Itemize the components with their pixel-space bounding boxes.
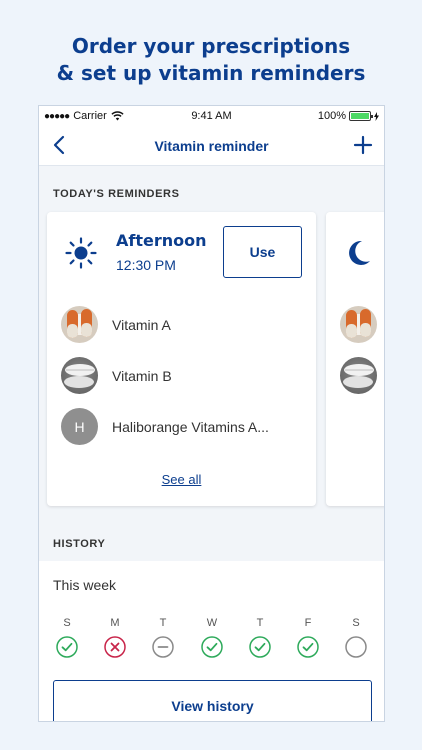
slot-time: 12:30 PM: [116, 257, 176, 273]
reminder-card-afternoon: Afternoon 12:30 PM Use Vitamin A Vitamin…: [47, 212, 316, 506]
check-circle-icon: [56, 636, 78, 658]
med-row-vitamin-a[interactable]: Vitamin A: [61, 306, 171, 343]
med-name: Vitamin B: [112, 367, 172, 384]
status-bar: ●●●●● Carrier 9:41 AM 100%: [39, 106, 384, 126]
clock: 9:41 AM: [191, 110, 232, 122]
check-circle-icon: [201, 636, 223, 658]
day-status-3[interactable]: W: [200, 617, 224, 658]
day-status-5[interactable]: F: [296, 617, 320, 658]
view-history-button[interactable]: View history: [53, 680, 372, 721]
tablet-pills-image: [61, 357, 98, 394]
capsule-pills-image: [340, 306, 377, 343]
med-name: Vitamin A: [112, 316, 171, 333]
reminder-card-evening[interactable]: [326, 212, 384, 506]
day-status-2[interactable]: T: [151, 617, 175, 658]
use-button[interactable]: Use: [223, 226, 302, 278]
med-row-haliborange[interactable]: H Haliborange Vitamins A...: [61, 408, 269, 445]
empty-circle-icon: [345, 636, 367, 658]
promo-line-2: & set up vitamin reminders: [56, 61, 366, 85]
day-status-0[interactable]: S: [55, 617, 79, 658]
tablet-pills-image: [340, 357, 377, 394]
day-letter: T: [159, 617, 167, 629]
sun-icon: [65, 237, 97, 269]
day-letter: F: [304, 617, 312, 629]
check-circle-icon: [297, 636, 319, 658]
history-heading: HISTORY: [53, 538, 106, 550]
promo-line-1: Order your prescriptions: [71, 34, 351, 58]
todays-reminders-heading: TODAY'S REMINDERS: [53, 188, 180, 200]
slot-name: Afternoon: [116, 231, 207, 250]
day-letter: W: [206, 617, 218, 629]
day-status-4[interactable]: T: [248, 617, 272, 658]
day-status-1[interactable]: M: [103, 617, 127, 658]
day-letter: T: [256, 617, 264, 629]
day-status-6[interactable]: S: [344, 617, 368, 658]
check-circle-icon: [249, 636, 271, 658]
phone-screen: ●●●●● Carrier 9:41 AM 100% Vitamin remin…: [38, 105, 385, 722]
day-letter: S: [63, 617, 71, 629]
med-name: Haliborange Vitamins A...: [112, 418, 269, 435]
day-letter: M: [110, 617, 120, 629]
med-initial-avatar: H: [61, 408, 98, 445]
capsule-pills-image: [61, 306, 98, 343]
x-circle-icon: [104, 636, 126, 658]
nav-bar: Vitamin reminder: [39, 126, 384, 166]
add-icon[interactable]: [352, 134, 374, 156]
history-period: This week: [53, 577, 117, 593]
moon-icon: [349, 240, 370, 265]
battery-icon: [349, 111, 373, 121]
page-title: Vitamin reminder: [154, 137, 269, 154]
minus-circle-icon: [152, 636, 174, 658]
med-row-vitamin-b[interactable]: Vitamin B: [61, 357, 172, 394]
see-all-link[interactable]: See all: [47, 472, 316, 487]
promo-headline: Order your prescriptions & set up vitami…: [0, 33, 422, 87]
day-letter: S: [352, 617, 360, 629]
